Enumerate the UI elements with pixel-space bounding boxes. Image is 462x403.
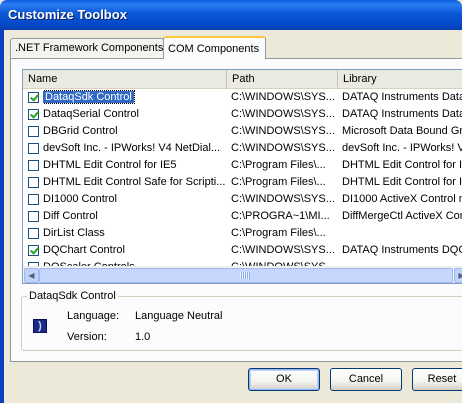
reset-button[interactable]: Reset <box>412 368 462 391</box>
activex-control-icon: ) <box>33 319 47 333</box>
tab-net-framework-components[interactable]: .NET Framework Components <box>10 38 164 58</box>
language-label: Language: <box>67 310 119 322</box>
tab-com-components[interactable]: COM Components <box>163 36 266 59</box>
details-group-label: DataqSdk Control <box>27 290 118 302</box>
item-name: DBGrid Control <box>43 123 225 140</box>
item-checkbox[interactable] <box>28 228 39 239</box>
item-checkbox[interactable] <box>28 143 39 154</box>
column-header-path[interactable]: Path <box>227 70 338 88</box>
window-title: Customize Toolbox <box>8 7 127 22</box>
item-library: devSoft Inc. - IPWorks! V <box>342 142 462 154</box>
item-name: DHTML Edit Control Safe for Scripti... <box>43 174 225 191</box>
list-item[interactable]: DI1000 Control C:\WINDOWS\SYS... DI1000 Ac… <box>23 191 462 208</box>
column-header-name[interactable]: Name <box>23 70 227 88</box>
item-name-text: DataqSdk Control <box>43 90 135 104</box>
com-components-list[interactable]: Name Path Library DataqSdk Control C:\WIN… <box>22 69 462 284</box>
list-item[interactable]: DQChart Control C:\WINDOWS\SYS... DATAQ In… <box>23 242 462 259</box>
item-library: DATAQ Instruments Data <box>342 91 462 103</box>
column-header-library[interactable]: Library <box>338 70 462 88</box>
version-value: 1.0 <box>135 331 151 343</box>
cancel-button[interactable]: Cancel <box>330 368 402 391</box>
list-item[interactable]: DirList Class C:\Program Files\... <box>23 225 462 242</box>
scroll-right-icon[interactable]: ▶ <box>454 268 462 283</box>
item-library: DI1000 ActiveX Control n <box>342 193 462 205</box>
item-path: C:\Program Files\... <box>231 176 326 188</box>
tab-label: COM Components <box>168 43 260 55</box>
item-library: DHTML Edit Control for IE <box>342 176 462 188</box>
item-path: C:\WINDOWS\SYS... <box>231 125 335 137</box>
item-name: DQChart Control <box>43 242 225 259</box>
item-checkbox[interactable] <box>28 211 39 222</box>
item-checkbox[interactable] <box>28 160 39 171</box>
list-item[interactable]: DataqSdk Control C:\WINDOWS\SYS... DATAQ I… <box>23 89 462 106</box>
title-bar[interactable]: Customize Toolbox <box>0 0 462 30</box>
item-name-text: devSoft Inc. - IPWorks! V4 NetDial... <box>43 142 221 154</box>
item-library <box>342 225 462 242</box>
item-library: DiffMergeCtl ActiveX Con <box>342 210 462 222</box>
ok-button[interactable]: OK <box>248 368 320 391</box>
item-checkbox[interactable] <box>28 194 39 205</box>
item-library: Microsoft Data Bound Gri <box>342 125 462 137</box>
item-name-text: DI1000 Control <box>43 193 117 205</box>
item-name-text: DHTML Edit Control for IE5 <box>43 159 177 171</box>
tab-label: .NET Framework Components <box>15 42 164 54</box>
item-name: DataqSerial Control <box>43 106 225 123</box>
item-name-text: DHTML Edit Control Safe for Scripti... <box>43 176 225 188</box>
item-path: C:\Program Files\... <box>231 159 326 171</box>
item-library: DHTML Edit Control for IE <box>342 159 462 171</box>
item-checkbox[interactable] <box>28 126 39 137</box>
item-name: DHTML Edit Control for IE5 <box>43 157 225 174</box>
item-name: DI1000 Control <box>43 191 225 208</box>
item-path: C:\PROGRA~1\MI... <box>231 210 330 222</box>
item-library: DATAQ Instruments Data <box>342 108 462 120</box>
horizontal-scrollbar[interactable]: ◀ ▶ <box>23 266 462 283</box>
list-item[interactable]: DataqSerial Control C:\WINDOWS\SYS... DATA… <box>23 106 462 123</box>
item-library: DATAQ Instruments DQC <box>342 244 462 256</box>
item-name-text: DBGrid Control <box>43 125 118 137</box>
list-item[interactable]: Diff Control C:\PROGRA~1\MI... DiffMergeCt… <box>23 208 462 225</box>
item-path: C:\WINDOWS\SYS... <box>231 91 335 103</box>
item-name: Diff Control <box>43 208 225 225</box>
item-name-text: DirList Class <box>43 227 105 239</box>
item-checkbox[interactable] <box>28 109 39 120</box>
item-path: C:\WINDOWS\SYS... <box>231 193 335 205</box>
item-name-text: Diff Control <box>43 210 98 222</box>
grip-icon <box>240 272 250 279</box>
item-path: C:\Program Files\... <box>231 227 326 239</box>
list-header: Name Path Library <box>23 70 462 89</box>
list-item[interactable]: DBGrid Control C:\WINDOWS\SYS... Microsoft… <box>23 123 462 140</box>
item-name: DirList Class <box>43 225 225 242</box>
item-path: C:\WINDOWS\SYS... <box>231 108 335 120</box>
list-item[interactable]: devSoft Inc. - IPWorks! V4 NetDial... C:\… <box>23 140 462 157</box>
scroll-left-icon[interactable]: ◀ <box>24 268 39 283</box>
item-name: devSoft Inc. - IPWorks! V4 NetDial... <box>43 140 225 157</box>
item-name-text: DataqSerial Control <box>43 108 139 120</box>
list-item[interactable]: DHTML Edit Control for IE5 C:\Program Fil… <box>23 157 462 174</box>
item-name: DataqSdk Control <box>43 89 225 106</box>
scroll-thumb[interactable] <box>39 268 453 283</box>
item-checkbox[interactable] <box>28 177 39 188</box>
language-value: Language Neutral <box>135 310 223 322</box>
item-path: C:\WINDOWS\SYS... <box>231 142 335 154</box>
item-name-text: DQChart Control <box>43 244 125 256</box>
list-body: DataqSdk Control C:\WINDOWS\SYS... DATAQ I… <box>23 89 462 267</box>
list-item[interactable]: DHTML Edit Control Safe for Scripti... C:… <box>23 174 462 191</box>
version-label: Version: <box>67 331 107 343</box>
window-frame-left <box>0 30 4 403</box>
item-path: C:\WINDOWS\SYS... <box>231 244 335 256</box>
item-checkbox[interactable] <box>28 92 39 103</box>
item-checkbox[interactable] <box>28 245 39 256</box>
